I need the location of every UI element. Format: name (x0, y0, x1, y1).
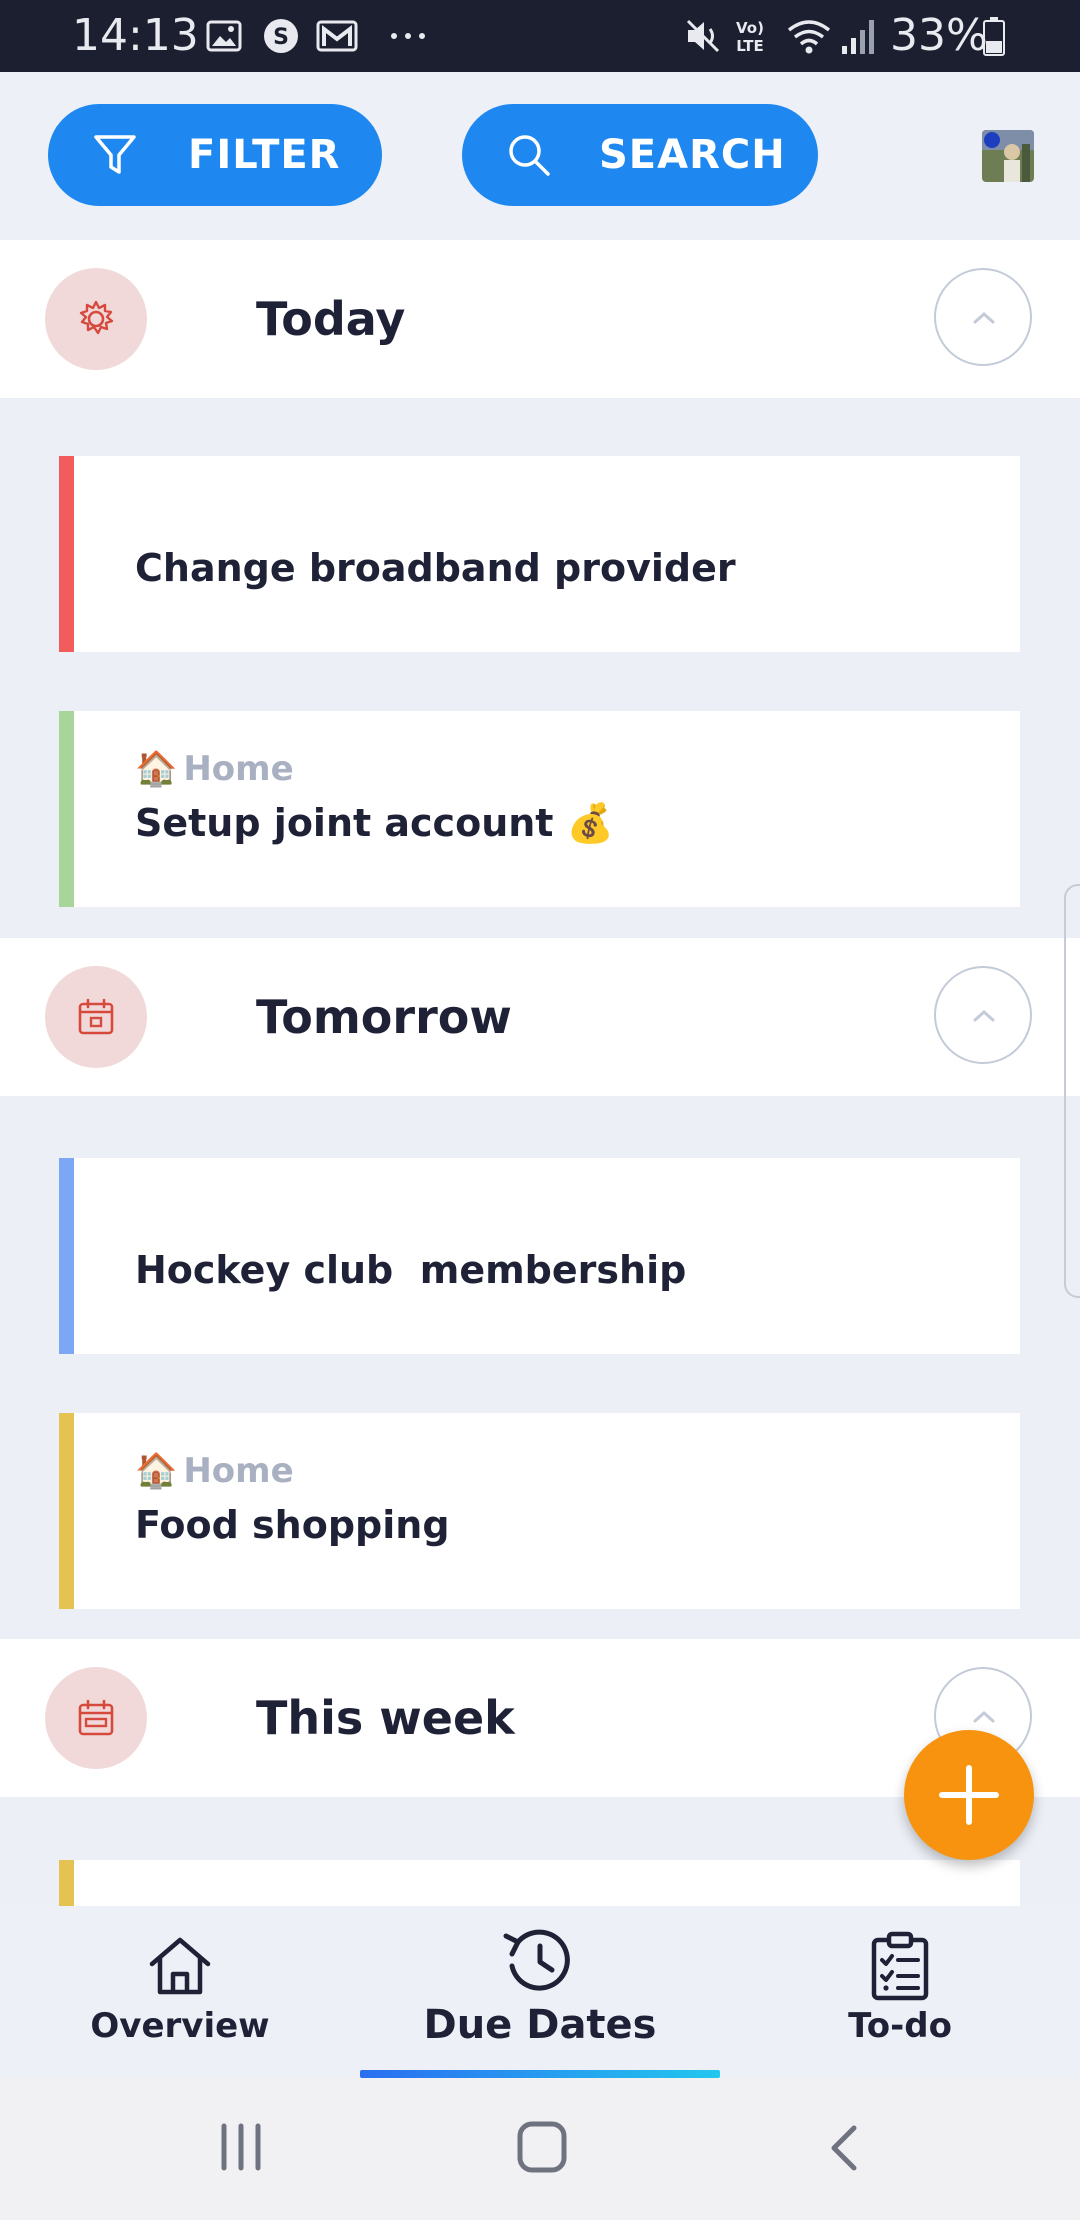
gmail-icon (316, 20, 358, 52)
calendar-icon (78, 998, 114, 1035)
top-bar: FILTER SEARCH (0, 72, 1080, 240)
battery-percent: 33% (890, 10, 988, 61)
filter-icon (94, 135, 136, 174)
more-dots-icon (391, 33, 425, 39)
collapse-button[interactable] (934, 268, 1032, 366)
chevron-up-icon (973, 1009, 995, 1022)
section-title: Tomorrow (256, 990, 512, 1044)
svg-text:Vo): Vo) (736, 19, 764, 37)
nav-due-dates[interactable]: Due Dates (400, 1906, 680, 2078)
task-card[interactable]: 🏠 Home Food shopping (59, 1413, 1020, 1609)
volte-icon: Vo)LTE (736, 19, 764, 55)
wifi-icon (787, 20, 831, 54)
chevron-up-icon (973, 1710, 995, 1723)
search-label: SEARCH (599, 132, 786, 178)
bottom-nav: Overview Due Dates To-do (0, 1906, 1080, 2078)
chevron-up-icon (973, 311, 995, 324)
svg-text:LTE: LTE (736, 37, 764, 55)
section-title: Today (256, 292, 406, 346)
section-header-tomorrow[interactable]: Tomorrow (0, 938, 1080, 1096)
nav-overview[interactable]: Overview (60, 1906, 300, 2078)
section-header-today[interactable]: Today (0, 240, 1080, 398)
house-icon: 🏠 (135, 749, 178, 789)
recents-icon[interactable] (216, 2122, 266, 2172)
filter-button[interactable]: FILTER (48, 104, 382, 206)
task-title: Change broadband provider (135, 546, 736, 590)
task-title: Food shopping (135, 1503, 450, 1547)
task-card[interactable]: Change broadband provider (59, 456, 1020, 652)
section-icon (45, 268, 147, 370)
history-icon (503, 1929, 570, 1991)
add-task-button[interactable] (904, 1730, 1034, 1860)
task-card[interactable]: Hockey club membership (59, 1158, 1020, 1354)
system-nav-bar (0, 2078, 1080, 2220)
mute-icon (686, 19, 720, 53)
collapse-button[interactable] (934, 966, 1032, 1064)
status-time: 14:13 (72, 10, 199, 61)
svg-text:S: S (273, 25, 289, 50)
skype-icon: S (264, 19, 298, 53)
nav-label: Overview (90, 2006, 270, 2046)
task-card[interactable]: 🏠 Home Setup joint account 💰 (59, 711, 1020, 907)
task-card[interactable] (59, 1860, 1020, 1906)
task-category-label: Home (183, 749, 294, 789)
section-icon (45, 966, 147, 1068)
signal-icon (842, 20, 874, 54)
status-bar: 14:13 S Vo) LTE 33% (0, 0, 1080, 72)
home-button-icon[interactable] (516, 2120, 568, 2174)
gallery-icon (206, 20, 242, 52)
task-color-bar (59, 1860, 74, 1906)
clipboard-checklist-icon (871, 1931, 929, 2001)
task-category: 🏠 Home (135, 749, 294, 789)
filter-label: FILTER (188, 132, 341, 178)
nav-todo[interactable]: To-do (800, 1906, 1000, 2078)
scroll-indicator[interactable] (1064, 884, 1080, 1298)
section-title: This week (256, 1691, 515, 1745)
search-button[interactable]: SEARCH (462, 104, 818, 206)
task-color-bar (59, 711, 74, 907)
house-icon: 🏠 (135, 1451, 178, 1491)
back-icon[interactable] (824, 2122, 864, 2174)
task-color-bar (59, 456, 74, 652)
task-title: Setup joint account 💰 (135, 801, 615, 845)
search-icon (509, 135, 550, 176)
sun-icon (79, 300, 114, 335)
plus-icon (939, 1765, 999, 1825)
battery-icon (983, 17, 1005, 56)
nav-label: Due Dates (423, 2002, 657, 2048)
task-color-bar (59, 1413, 74, 1609)
section-icon (45, 1667, 147, 1769)
task-category: 🏠 Home (135, 1451, 294, 1491)
calendar-week-icon (78, 1699, 114, 1736)
task-title: Hockey club membership (135, 1248, 687, 1292)
task-category-label: Home (183, 1451, 294, 1491)
task-color-bar (59, 1158, 74, 1354)
home-icon (149, 1937, 211, 1995)
nav-label: To-do (848, 2006, 952, 2046)
nav-selected-indicator (360, 2070, 720, 2078)
avatar[interactable] (982, 130, 1034, 182)
